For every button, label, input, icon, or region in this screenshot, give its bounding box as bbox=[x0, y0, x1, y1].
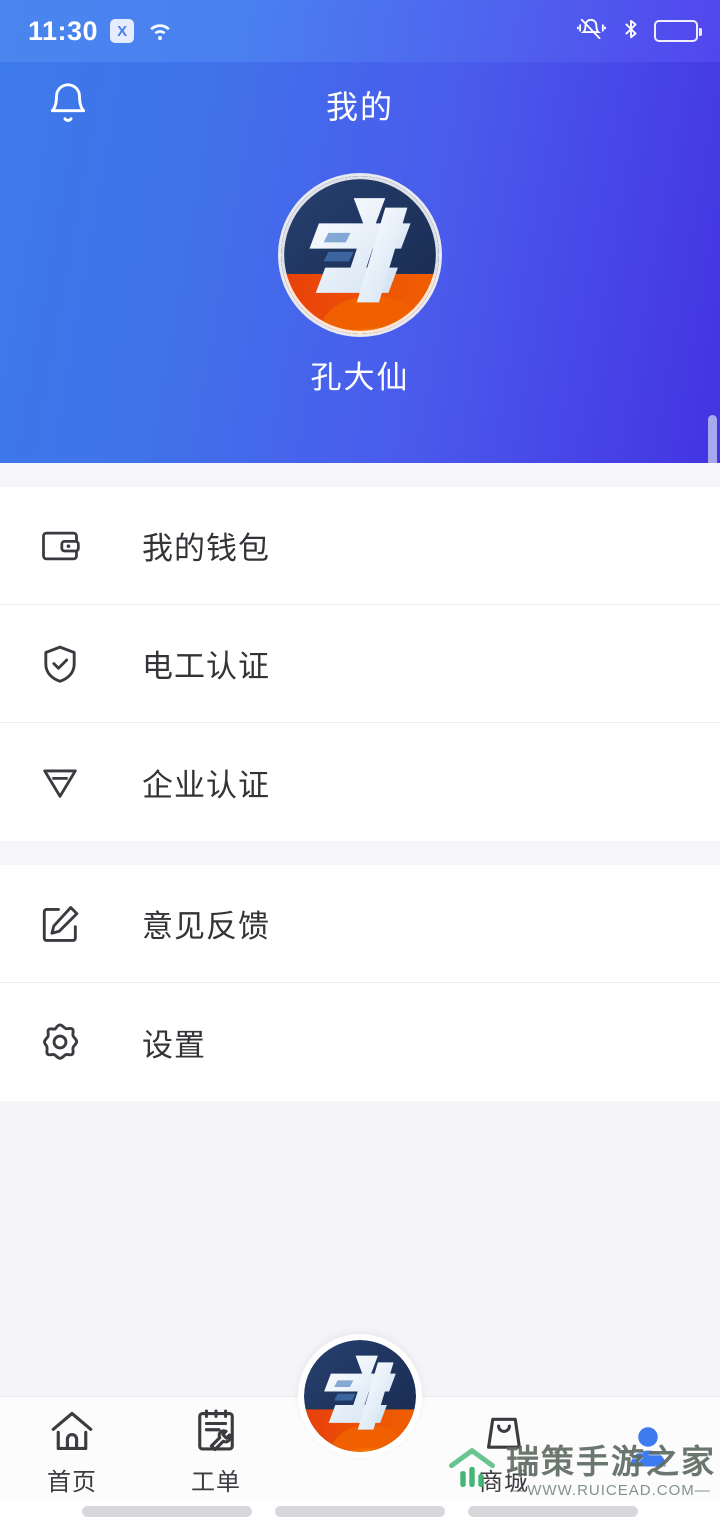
bell-icon bbox=[45, 78, 91, 133]
system-navigation-bar bbox=[0, 1502, 720, 1520]
page-title: 我的 bbox=[325, 89, 394, 125]
menu-item-label: 企业认证 bbox=[142, 767, 270, 803]
username: 孔大仙 bbox=[310, 360, 410, 395]
home-icon bbox=[46, 1404, 98, 1456]
silent-mode-icon bbox=[576, 16, 608, 47]
system-nav-recents[interactable] bbox=[468, 1506, 638, 1517]
menu-item-label: 意见反馈 bbox=[142, 909, 270, 944]
work-order-icon bbox=[191, 1404, 241, 1456]
status-bar: 11:30 X bbox=[0, 0, 720, 62]
app-logo-icon bbox=[304, 1340, 416, 1452]
app-screen: 我的 孔大仙 11:30 X 我的钱包 电工认证 企业认证 意见反馈 设置 首页… bbox=[0, 0, 720, 1520]
menu-item-label: 设置 bbox=[142, 1027, 206, 1063]
watermark-url: —WWW.RUICEAD.COM— bbox=[511, 1482, 711, 1499]
menu-item-label: 电工认证 bbox=[142, 649, 270, 684]
watermark-title: 瑞策手游之家 bbox=[506, 1443, 716, 1480]
notification-bell-button[interactable] bbox=[28, 62, 108, 148]
menu-item-feedback[interactable]: 意见反馈 bbox=[0, 865, 720, 983]
wifi-icon bbox=[146, 16, 174, 47]
profile-header: 我的 孔大仙 bbox=[0, 0, 720, 463]
tab-home[interactable]: 首页 bbox=[0, 1397, 144, 1503]
app-logo-icon bbox=[281, 176, 439, 334]
status-bar-right bbox=[576, 16, 702, 47]
battery-icon bbox=[654, 20, 702, 42]
status-bar-left: 11:30 X bbox=[28, 16, 174, 47]
tab-label: 工单 bbox=[191, 1468, 241, 1496]
header-bar: 我的 bbox=[0, 62, 720, 148]
menu-item-enterprise-cert[interactable]: 企业认证 bbox=[0, 723, 720, 841]
status-time: 11:30 bbox=[28, 15, 99, 46]
system-nav-home[interactable] bbox=[275, 1506, 445, 1517]
menu-group-2: 意见反馈 设置 bbox=[0, 865, 720, 1101]
system-nav-back[interactable] bbox=[82, 1506, 252, 1517]
avatar[interactable] bbox=[278, 173, 442, 337]
content-top-gap bbox=[0, 463, 720, 487]
watermark: 瑞策手游之家 —WWW.RUICEAD.COM— bbox=[446, 1445, 716, 1498]
gear-icon bbox=[32, 1014, 88, 1070]
menu-item-label: 我的钱包 bbox=[142, 531, 270, 566]
tab-label: 首页 bbox=[47, 1468, 97, 1496]
menu-group-1: 我的钱包 电工认证 企业认证 bbox=[0, 487, 720, 841]
wallet-icon bbox=[32, 518, 88, 574]
menu-group-separator bbox=[0, 841, 720, 865]
bluetooth-icon bbox=[620, 16, 642, 47]
diamond-icon bbox=[32, 754, 88, 810]
tab-work-order[interactable]: 工单 bbox=[144, 1397, 288, 1503]
edit-square-icon bbox=[32, 896, 88, 952]
menu-item-settings[interactable]: 设置 bbox=[0, 983, 720, 1101]
menu-item-electrician-cert[interactable]: 电工认证 bbox=[0, 605, 720, 723]
avatar-image bbox=[278, 173, 442, 337]
shield-check-icon bbox=[32, 636, 88, 692]
tab-center-logo-button[interactable] bbox=[298, 1334, 422, 1458]
green-house-chart-icon bbox=[446, 1446, 498, 1497]
x-badge-icon: X bbox=[110, 19, 135, 43]
menu-item-wallet[interactable]: 我的钱包 bbox=[0, 487, 720, 605]
